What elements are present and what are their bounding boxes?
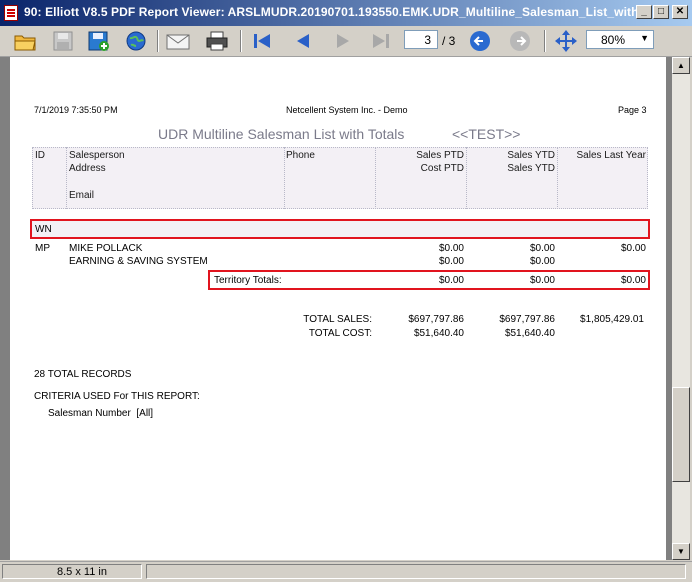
row-address: EARNING & SAVING SYSTEM — [69, 256, 208, 267]
header-phone: Phone — [286, 150, 315, 161]
header-id: ID — [35, 150, 45, 161]
total-cost-ptd: $51,640.40 — [413, 328, 464, 339]
total-records: 28 TOTAL RECORDS — [34, 369, 132, 380]
document-viewer[interactable]: 7/1/2019 7:35:50 PM Netcellent System In… — [0, 57, 672, 560]
row-sales-ptd: $0.00 — [438, 243, 464, 254]
close-button[interactable]: ✕ — [672, 5, 688, 19]
total-sales-label: TOTAL SALES: — [303, 314, 372, 325]
territory-totals-ytd: $0.00 — [529, 275, 555, 286]
territory-totals-ptd: $0.00 — [438, 275, 464, 286]
scroll-down-icon[interactable]: ▼ — [672, 543, 690, 560]
total-sales-ytd: $697,797.86 — [499, 314, 555, 325]
total-sales-ptd: $697,797.86 — [408, 314, 464, 325]
previous-page-icon[interactable] — [290, 29, 316, 53]
chevron-down-icon[interactable]: ▼ — [640, 33, 649, 43]
pdf-document-icon — [4, 5, 18, 21]
row-cost-ytd: $0.00 — [529, 256, 555, 267]
report-date: 7/1/2019 7:35:50 PM — [34, 105, 118, 115]
envelope-icon[interactable] — [165, 29, 191, 53]
paper-size-panel: 8.5 x 11 in — [2, 564, 142, 579]
page-total-label: / 3 — [442, 34, 456, 48]
criteria-title: CRITERIA USED For THIS REPORT: — [34, 391, 200, 402]
row-cost-ptd: $0.00 — [438, 256, 464, 267]
territory-totals-last-year: $0.00 — [620, 275, 646, 286]
title-bar: 90: Elliott V8.5 PDF Report Viewer: ARSL… — [0, 0, 692, 26]
save-disk-icon[interactable] — [50, 29, 76, 53]
report-page: 7/1/2019 7:35:50 PM Netcellent System In… — [10, 57, 666, 560]
maximize-button[interactable]: □ — [653, 5, 669, 19]
header-cost-ptd: Cost PTD — [420, 163, 464, 174]
pan-arrows-icon[interactable] — [553, 29, 579, 53]
territory-highlight — [30, 219, 650, 239]
vertical-scrollbar[interactable]: ▲ ▼ — [672, 57, 690, 560]
row-sales-last-year: $0.00 — [620, 243, 646, 254]
open-folder-icon[interactable] — [12, 29, 38, 53]
report-page-number: Page 3 — [618, 105, 647, 115]
forward-circle-icon[interactable] — [507, 29, 533, 53]
globe-icon[interactable] — [123, 29, 149, 53]
header-sales-last-year: Sales Last Year — [576, 150, 647, 161]
total-sales-last-year: $1,805,429.01 — [580, 314, 644, 325]
row-id: MP — [35, 243, 50, 254]
header-salesperson: Salesperson — [69, 150, 125, 161]
scroll-thumb[interactable] — [672, 387, 690, 482]
first-page-icon[interactable] — [249, 29, 275, 53]
page-number-input[interactable] — [404, 30, 438, 49]
header-sales-ytd-2: Sales YTD — [507, 163, 555, 174]
paper-size-label: 8.5 x 11 in — [57, 566, 107, 578]
save-add-icon[interactable] — [86, 29, 112, 53]
zoom-select[interactable]: 80% ▼ — [586, 30, 654, 49]
window-title: 90: Elliott V8.5 PDF Report Viewer: ARSL… — [24, 5, 656, 19]
minimize-button[interactable]: _ — [636, 5, 652, 19]
header-address: Address — [69, 163, 106, 174]
total-cost-ytd: $51,640.40 — [504, 328, 555, 339]
test-label: <<TEST>> — [452, 126, 521, 142]
header-sales-ytd: Sales YTD — [507, 150, 555, 161]
printer-icon[interactable] — [204, 29, 230, 53]
next-page-icon[interactable] — [330, 29, 356, 53]
status-bar: 8.5 x 11 in — [0, 561, 692, 582]
territory-code: WN — [35, 224, 52, 235]
back-circle-icon[interactable] — [467, 29, 493, 53]
report-title: UDR Multiline Salesman List with Totals — [158, 126, 405, 142]
toolbar: / 3 80% ▼ — [0, 26, 692, 57]
zoom-value: 80% — [601, 33, 626, 47]
territory-totals-label: Territory Totals: — [214, 275, 282, 286]
row-sales-ytd: $0.00 — [529, 243, 555, 254]
header-email: Email — [69, 190, 95, 201]
scroll-up-icon[interactable]: ▲ — [672, 57, 690, 74]
row-name: MIKE POLLACK — [69, 243, 143, 254]
last-page-icon[interactable] — [368, 29, 394, 53]
header-sales-ptd: Sales PTD — [416, 150, 464, 161]
status-panel — [146, 564, 686, 579]
criteria-item: Salesman Number [All] — [48, 408, 154, 419]
total-cost-label: TOTAL COST: — [308, 328, 372, 339]
report-company: Netcellent System Inc. - Demo — [286, 105, 408, 115]
